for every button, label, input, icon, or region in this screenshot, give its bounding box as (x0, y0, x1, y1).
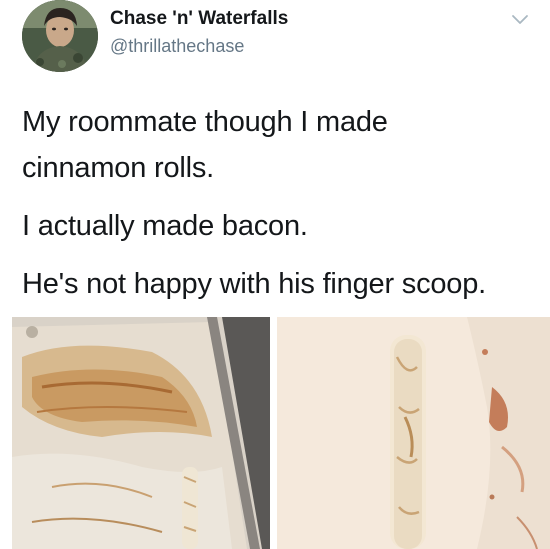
display-name[interactable]: Chase 'n' Waterfalls (110, 8, 288, 30)
avatar-image (22, 0, 98, 72)
tweet-text-line: I actually made bacon. (22, 210, 308, 242)
tweet-photo-left[interactable] (12, 317, 270, 549)
user-handle[interactable]: @thrillathechase (110, 36, 244, 57)
tweet-header: Chase 'n' Waterfalls @thrillathechase (0, 0, 550, 80)
tweet-photo-right[interactable] (277, 317, 550, 549)
chevron-down-icon[interactable] (510, 10, 530, 28)
tweet-text-line: cinnamon rolls. (22, 152, 215, 184)
avatar[interactable] (22, 0, 98, 72)
tweet-text-line: He's not happy with his finger scoop. (22, 268, 487, 300)
tweet-text-line: My roommate though I made (22, 106, 388, 138)
